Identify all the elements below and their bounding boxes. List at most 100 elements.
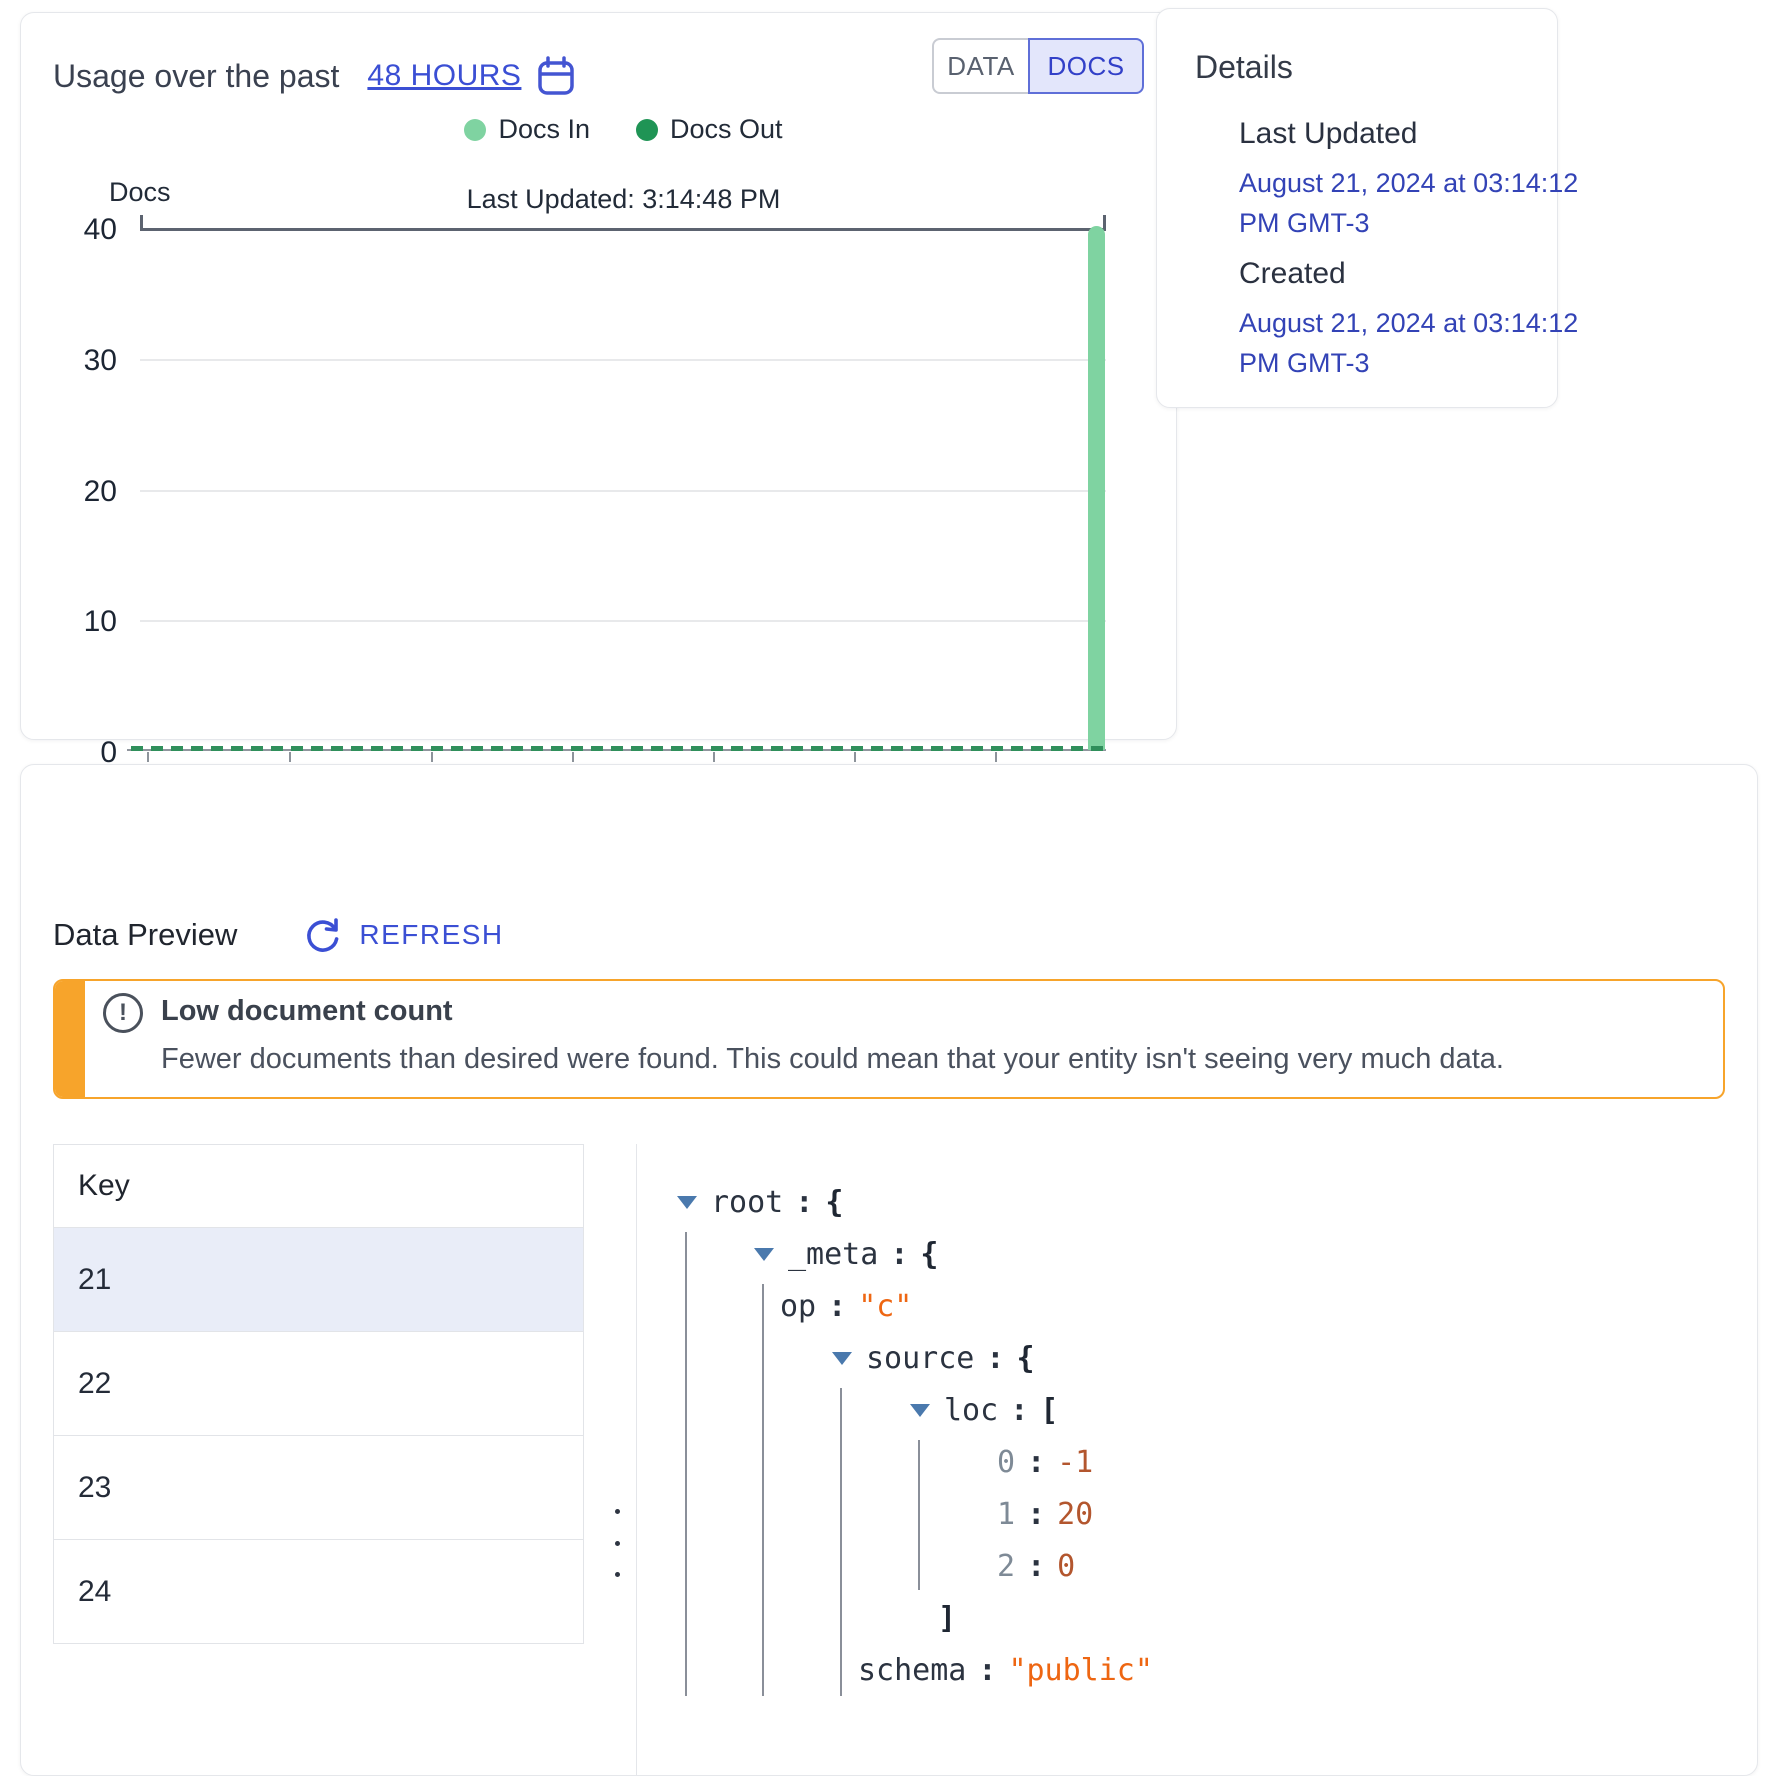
refresh-button[interactable]: REFRESH <box>303 915 503 955</box>
json-row-loc-close: ] <box>637 1592 1757 1644</box>
json-colon: : <box>966 1653 1008 1688</box>
x-axis-tick <box>431 752 433 762</box>
json-index: 1 <box>997 1497 1015 1532</box>
x-axis-tick <box>572 752 574 762</box>
detail-label: Created <box>1239 257 1578 291</box>
json-brace: [ <box>1040 1393 1058 1428</box>
json-string-value: "c" <box>858 1289 912 1324</box>
refresh-icon <box>303 915 343 955</box>
json-row-schema: schema : "public" <box>637 1644 1757 1696</box>
x-axis-tick <box>147 752 149 762</box>
json-number-value: 0 <box>1057 1549 1075 1584</box>
chart-legend: Docs In Docs Out <box>141 114 1106 145</box>
data-preview-card: Data Preview REFRESH ! Low document coun… <box>20 764 1758 1776</box>
time-range-link[interactable]: 48 HOURS <box>367 53 577 99</box>
json-row-loc-1: 1 : 20 <box>637 1488 1757 1540</box>
data-preview-title: Data Preview <box>53 917 237 953</box>
json-number-value: -1 <box>1057 1445 1093 1480</box>
detail-last-updated: Last Updated August 21, 2024 at 03:14:12… <box>1239 117 1578 243</box>
calendar-icon[interactable] <box>535 53 577 99</box>
y-tick-label: 30 <box>57 344 117 378</box>
json-row-op: op : "c" <box>637 1280 1757 1332</box>
y-tick-label: 40 <box>57 213 117 247</box>
usage-chart-plot-area <box>127 228 1106 751</box>
pane-resize-handle[interactable] <box>604 1505 630 1581</box>
key-table-header: Key <box>54 1145 583 1228</box>
json-string-value: "public" <box>1008 1653 1153 1688</box>
tree-guide-line <box>685 1232 687 1696</box>
details-card: Details Last Updated August 21, 2024 at … <box>1156 8 1558 408</box>
json-key: schema <box>858 1653 966 1688</box>
json-colon: : <box>974 1341 1016 1376</box>
json-colon: : <box>1015 1549 1057 1584</box>
json-colon: : <box>783 1185 825 1220</box>
json-row-loc: loc : [ <box>637 1384 1757 1436</box>
json-row-root: root : { <box>637 1176 1757 1228</box>
gridline-30 <box>140 359 1106 361</box>
gridline-20 <box>140 490 1106 492</box>
tree-guide-line <box>762 1284 764 1696</box>
collapse-triangle-icon[interactable] <box>677 1196 697 1209</box>
docs-toggle-button[interactable]: DOCS <box>1028 38 1144 94</box>
detail-created: Created August 21, 2024 at 03:14:12 PM G… <box>1239 257 1578 383</box>
warning-accent-bar <box>55 981 85 1097</box>
x-axis-tick <box>854 752 856 762</box>
json-colon: : <box>998 1393 1040 1428</box>
chart-top-gridline <box>140 228 1106 231</box>
json-colon: : <box>1015 1497 1057 1532</box>
key-row-23[interactable]: 23 <box>54 1436 583 1540</box>
y-tick-label: 10 <box>57 605 117 639</box>
collapse-triangle-icon[interactable] <box>754 1248 774 1261</box>
json-brace: { <box>825 1185 843 1220</box>
data-toggle-button[interactable]: DATA <box>932 38 1028 94</box>
details-title: Details <box>1195 49 1293 86</box>
usage-card: Usage over the past 48 HOURS DATA DOCS D… <box>20 12 1177 740</box>
json-row-loc-0: 0 : -1 <box>637 1436 1757 1488</box>
warning-message: Fewer documents than desired were found.… <box>161 1043 1504 1076</box>
json-index: 0 <box>997 1445 1015 1480</box>
json-number-value: 20 <box>1057 1497 1093 1532</box>
legend-docs-out: Docs Out <box>636 114 783 145</box>
key-table: Key 21 22 23 24 <box>53 1144 584 1644</box>
json-colon: : <box>816 1289 858 1324</box>
y-tick-label: 20 <box>57 475 117 509</box>
legend-docs-in: Docs In <box>464 114 590 145</box>
docs-in-bar <box>1088 226 1105 750</box>
json-brace: ] <box>938 1601 956 1636</box>
json-brace: { <box>1016 1341 1034 1376</box>
docs-out-dot-icon <box>636 119 658 141</box>
json-key: _meta <box>788 1237 878 1272</box>
detail-label: Last Updated <box>1239 117 1578 151</box>
usage-header: Usage over the past 48 HOURS <box>53 53 577 99</box>
legend-docs-in-label: Docs In <box>498 114 590 145</box>
json-key: root <box>711 1185 783 1220</box>
docs-out-dashed-line <box>131 746 1106 751</box>
json-brace: { <box>920 1237 938 1272</box>
json-row-meta: _meta : { <box>637 1228 1757 1280</box>
usage-title: Usage over the past <box>53 58 339 95</box>
json-key: loc <box>944 1393 998 1428</box>
key-row-24[interactable]: 24 <box>54 1540 583 1644</box>
json-index: 2 <box>997 1549 1015 1584</box>
json-tree: root : { _meta : { op : "c" source : { <box>637 1144 1757 1696</box>
detail-value-line: PM GMT-3 <box>1239 203 1578 243</box>
collapse-triangle-icon[interactable] <box>832 1352 852 1365</box>
data-docs-toggle: DATA DOCS <box>932 38 1144 94</box>
json-row-loc-2: 2 : 0 <box>637 1540 1757 1592</box>
data-preview-header: Data Preview REFRESH <box>53 915 504 955</box>
detail-value-line: August 21, 2024 at 03:14:12 <box>1239 163 1578 203</box>
warning-exclamation-icon: ! <box>103 993 143 1033</box>
document-json-pane: root : { _meta : { op : "c" source : { <box>636 1144 1757 1775</box>
key-row-22[interactable]: 22 <box>54 1332 583 1436</box>
detail-value-line: August 21, 2024 at 03:14:12 <box>1239 303 1578 343</box>
json-colon: : <box>1015 1445 1057 1480</box>
x-axis-tick <box>713 752 715 762</box>
collapse-triangle-icon[interactable] <box>910 1404 930 1417</box>
gridline-10 <box>140 620 1106 622</box>
json-colon: : <box>878 1237 920 1272</box>
json-key: source <box>866 1341 974 1376</box>
key-row-21[interactable]: 21 <box>54 1228 583 1332</box>
tree-guide-line <box>918 1440 920 1590</box>
time-range-label: 48 HOURS <box>367 59 521 93</box>
low-document-count-warning: ! Low document count Fewer documents tha… <box>53 979 1725 1099</box>
